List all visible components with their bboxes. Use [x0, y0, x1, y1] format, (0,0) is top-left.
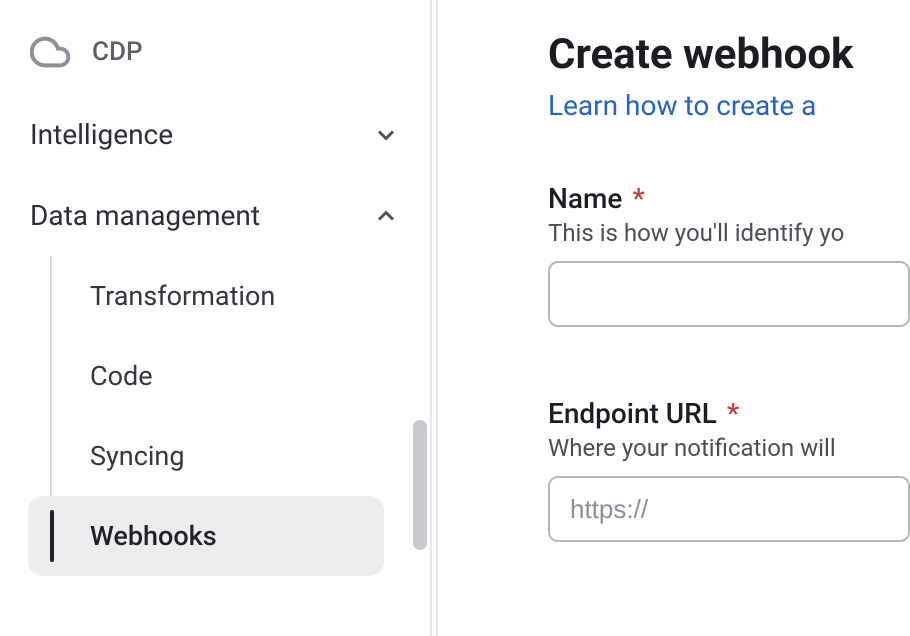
- endpoint-hint: Where your notification will: [548, 434, 910, 462]
- endpoint-url-input[interactable]: [548, 476, 910, 542]
- sidebar-item-syncing[interactable]: Syncing: [28, 416, 384, 496]
- sidebar-section-intelligence[interactable]: Intelligence: [0, 100, 430, 181]
- sidebar-section-data-management[interactable]: Data management: [0, 181, 430, 256]
- name-label: Name *: [548, 182, 910, 215]
- required-asterisk: *: [632, 182, 644, 215]
- sidebar-scrollbar[interactable]: [413, 420, 427, 550]
- required-asterisk: *: [727, 397, 739, 430]
- sidebar-item-webhooks-label: Webhooks: [90, 520, 217, 552]
- endpoint-label-text: Endpoint URL: [548, 397, 717, 430]
- sidebar-item-syncing-label: Syncing: [90, 440, 185, 472]
- sidebar-item-cdp-label: CDP: [92, 37, 143, 67]
- help-link[interactable]: Learn how to create a: [548, 89, 816, 122]
- sidebar-item-code[interactable]: Code: [28, 336, 384, 416]
- sidebar-subnav: Transformation Code Syncing Webhooks: [0, 256, 430, 576]
- sidebar-item-transformation-label: Transformation: [90, 280, 275, 312]
- name-input[interactable]: [548, 261, 910, 327]
- cloud-icon: [30, 32, 70, 72]
- name-hint: This is how you'll identify yo: [548, 219, 910, 247]
- form-group-name: Name * This is how you'll identify yo: [548, 182, 910, 327]
- sidebar-section-data-management-label: Data management: [30, 199, 260, 232]
- sidebar: CDP Intelligence Data management Transfo…: [0, 0, 432, 636]
- name-label-text: Name: [548, 182, 622, 215]
- form-group-endpoint: Endpoint URL * Where your notification w…: [548, 397, 910, 542]
- chevron-up-icon: [372, 202, 400, 230]
- page-title: Create webhook: [548, 30, 910, 79]
- sidebar-item-webhooks[interactable]: Webhooks: [28, 496, 384, 576]
- sidebar-item-code-label: Code: [90, 360, 153, 392]
- sidebar-item-transformation[interactable]: Transformation: [28, 256, 384, 336]
- main-content: Create webhook Learn how to create a Nam…: [438, 0, 910, 636]
- chevron-down-icon: [372, 121, 400, 149]
- endpoint-label: Endpoint URL *: [548, 397, 910, 430]
- sidebar-item-cdp[interactable]: CDP: [0, 18, 430, 100]
- sidebar-section-intelligence-label: Intelligence: [30, 118, 173, 151]
